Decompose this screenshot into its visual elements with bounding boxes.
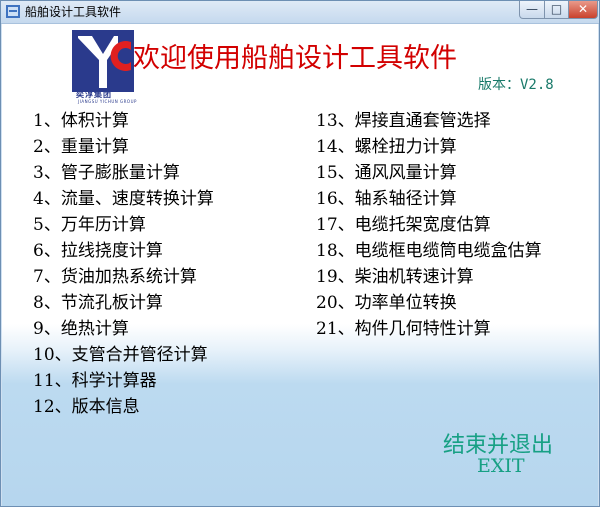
menu-item-insulation[interactable]: 9、绝热计算 — [33, 318, 129, 340]
welcome-title: 欢迎使用船舶设计工具软件 — [133, 43, 457, 74]
menu-item-wire-deflection[interactable]: 6、拉线挠度计算 — [33, 240, 163, 262]
menu-item-calendar[interactable]: 5、万年历计算 — [33, 214, 146, 236]
menu-item-orifice-plate[interactable]: 8、节流孔板计算 — [33, 292, 163, 314]
menu-item-branch-pipe[interactable]: 10、支管合并管径计算 — [33, 344, 208, 366]
app-window: 船舶设计工具软件 — □ ✕ YC 奕淳集团 JIANGSU YICHUN GR… — [0, 0, 600, 507]
menu-item-section-properties[interactable]: 21、构件几何特性计算 — [316, 318, 491, 340]
menu-item-calculator[interactable]: 11、科学计算器 — [33, 370, 157, 392]
menu-item-cargo-oil-heating[interactable]: 7、货油加热系统计算 — [33, 266, 197, 288]
main-panel: YC 奕淳集团 JIANGSU YICHUN GROUP 欢迎使用船舶设计工具软… — [2, 24, 598, 506]
menu-item-flow-velocity[interactable]: 4、流量、速度转换计算 — [33, 188, 214, 210]
menu-item-cable-box[interactable]: 18、电缆框电缆筒电缆盒估算 — [316, 240, 542, 262]
exit-button-en[interactable]: EXIT — [477, 455, 525, 477]
menu-item-pipe-expansion[interactable]: 3、管子膨胀量计算 — [33, 162, 180, 184]
menu-item-version-info[interactable]: 12、版本信息 — [33, 396, 140, 418]
company-logo: YC — [72, 30, 134, 92]
window-title: 船舶设计工具软件 — [25, 5, 122, 19]
app-icon — [6, 5, 20, 18]
menu-item-volume[interactable]: 1、体积计算 — [33, 110, 129, 132]
menu-item-weight[interactable]: 2、重量计算 — [33, 136, 129, 158]
maximize-button[interactable]: □ — [544, 1, 569, 19]
menu-item-bolt-torque[interactable]: 14、螺栓扭力计算 — [316, 136, 457, 158]
minimize-button[interactable]: — — [519, 1, 545, 19]
version-label: 版本：V2.8 — [478, 77, 554, 93]
logo-subcaption: JIANGSU YICHUN GROUP — [78, 99, 137, 104]
menu-item-ventilation[interactable]: 15、通风风量计算 — [316, 162, 457, 184]
menu-item-cable-tray[interactable]: 17、电缆托架宽度估算 — [316, 214, 491, 236]
menu-item-power-units[interactable]: 20、功率单位转换 — [316, 292, 457, 314]
menu-item-welding-sleeve[interactable]: 13、焊接直通套管选择 — [316, 110, 491, 132]
menu-item-engine-speed[interactable]: 19、柴油机转速计算 — [316, 266, 474, 288]
menu-item-shaft-diameter[interactable]: 16、轴系轴径计算 — [316, 188, 457, 210]
title-bar[interactable]: 船舶设计工具软件 — □ ✕ — [1, 1, 599, 24]
close-button[interactable]: ✕ — [568, 1, 598, 19]
